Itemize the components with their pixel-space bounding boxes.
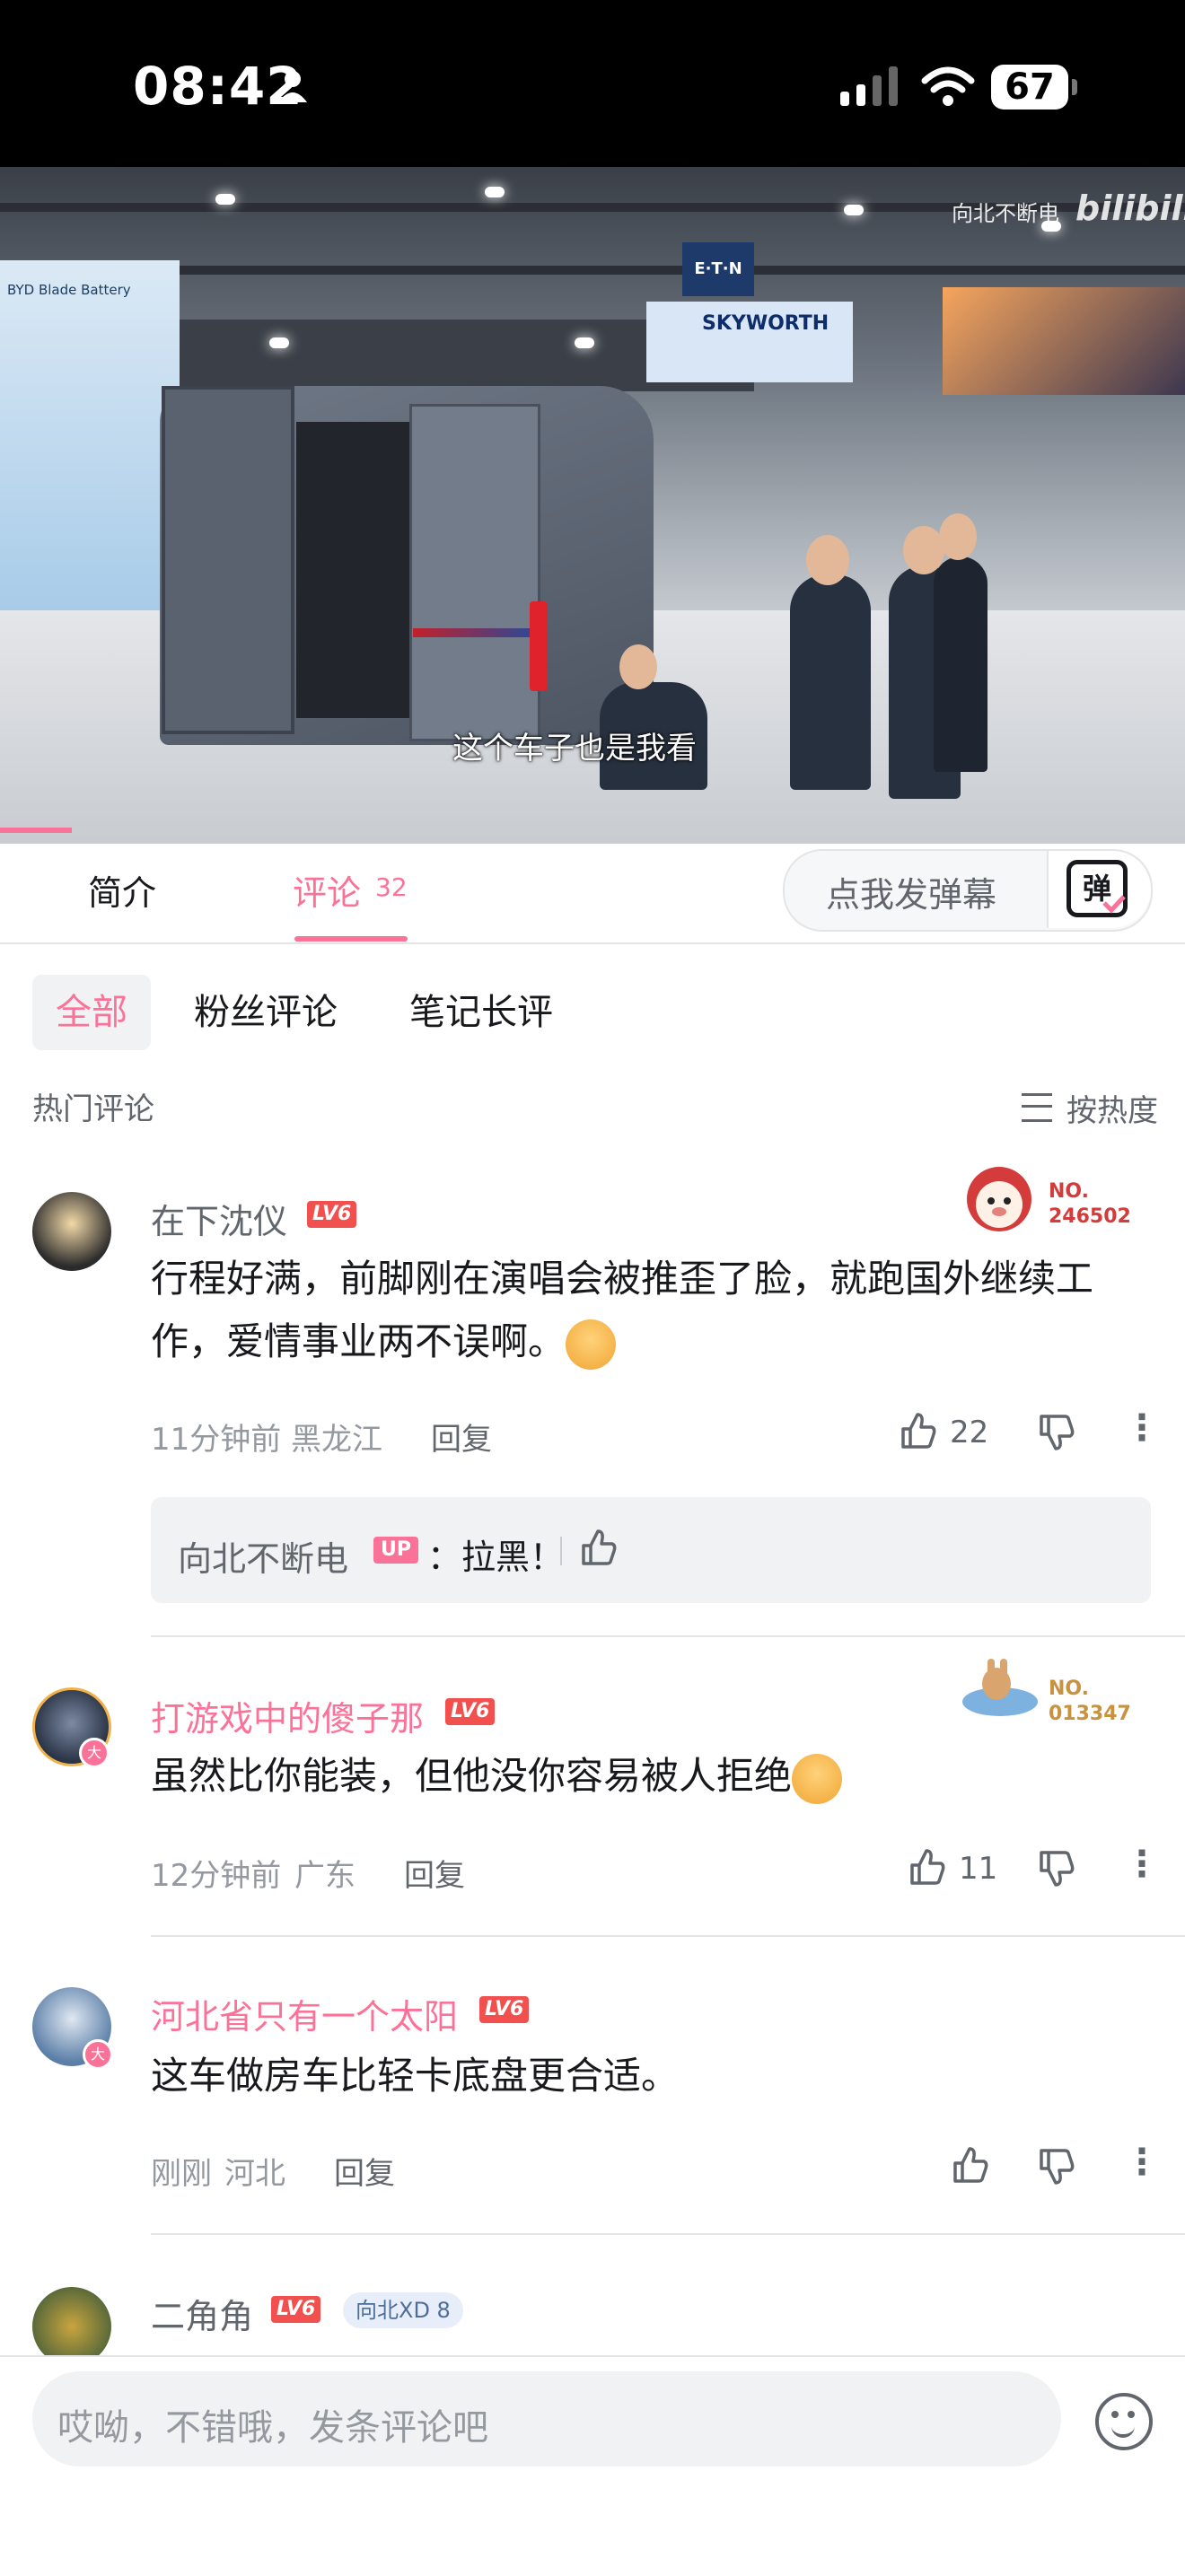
doge-emoji [566, 1319, 617, 1370]
verified-badge: 大 [79, 1738, 110, 1768]
tab-indicator [294, 936, 408, 942]
like-count: 22 [950, 1415, 989, 1450]
level-badge: LV6 [479, 1996, 530, 2023]
wifi-icon [921, 66, 975, 106]
level-badge: LV6 [445, 1698, 496, 1725]
tab-comments[interactable]: 评论 [293, 865, 361, 915]
van-door-right [409, 404, 540, 741]
person-head [619, 644, 657, 689]
avatar[interactable] [32, 2287, 111, 2366]
video-subtitle: 这个车子也是我看 [452, 731, 697, 767]
comment-text: 虽然比你能装，但他没你容易被人拒绝 [151, 1745, 1147, 1808]
person-head [806, 535, 849, 585]
hot-comments-heading: 热门评论 [32, 1091, 154, 1127]
fan-number: NO. 246502 [1049, 1180, 1131, 1228]
comment-location: 广东 [294, 1858, 356, 1894]
person-icon [278, 71, 307, 102]
sort-icon[interactable] [1022, 1093, 1052, 1122]
billboard [943, 287, 1185, 395]
comment-username[interactable]: 二角角 [151, 2289, 253, 2338]
sub-reply-text: ：拉黑！ [427, 1538, 565, 1577]
signal-icon [840, 66, 898, 106]
doge-emoji [792, 1753, 843, 1804]
like-count: 11 [959, 1851, 998, 1887]
comment-divider [151, 2233, 1185, 2235]
person [790, 574, 871, 790]
check-icon [1102, 895, 1126, 914]
van-interior [296, 422, 413, 718]
sub-reply-username[interactable]: 向北不断电 [178, 1531, 348, 1581]
more-icon[interactable]: ⋮ [1124, 2142, 1160, 2183]
eaton-sign: E·T·N [682, 242, 754, 296]
filter-fans[interactable]: 粉丝评论 [194, 975, 338, 1050]
comment-username[interactable]: 在下沈仪 [151, 1194, 287, 1243]
comment-time: 11分钟前 [151, 1422, 282, 1458]
comment-text: 这车做房车比轻卡底盘更合适。 [151, 2054, 680, 2098]
reply-button[interactable]: 回复 [431, 1415, 492, 1459]
comment-time: 12分钟前 [151, 1858, 282, 1894]
skyworth-sign: SKYWORTH [702, 312, 830, 335]
divider [560, 1537, 562, 1565]
reply-button[interactable]: 回复 [334, 2149, 395, 2193]
filter-all[interactable]: 全部 [32, 975, 151, 1050]
comment-input-placeholder[interactable]: 哎呦，不错哦，发条评论吧 [57, 2398, 488, 2450]
van-taillight [530, 601, 548, 691]
fan-medal-icon [959, 1158, 1040, 1231]
sort-toggle[interactable]: 按热度 [1066, 1086, 1158, 1130]
fan-number: NO. 013347 [1049, 1678, 1131, 1725]
comment-divider [151, 1635, 1185, 1637]
comment-divider [151, 1935, 1185, 1937]
emoji-icon[interactable] [1095, 2393, 1153, 2450]
verified-badge: 大 [83, 2039, 113, 2070]
thumbs-down-icon[interactable] [1036, 2147, 1075, 2186]
comment-username[interactable]: 河北省只有一个太阳 [151, 1989, 458, 2038]
person-head [939, 513, 977, 560]
comment-count: 32 [375, 872, 408, 902]
comment-location: 黑龙江 [291, 1422, 382, 1458]
bilibili-logo: bilibili [1075, 188, 1185, 228]
battery-indicator: 67 [991, 65, 1077, 110]
thumbs-up-icon[interactable] [907, 1847, 946, 1887]
danmaku-placeholder[interactable]: 点我发弹幕 [826, 867, 996, 916]
van-stripe [413, 628, 539, 637]
van-door-left [162, 386, 294, 734]
tab-intro[interactable]: 简介 [88, 865, 156, 915]
thumbs-up-icon[interactable] [578, 1528, 618, 1567]
comment-text: 行程好满，前脚刚在演唱会被推歪了脸，就跑国外继续工作，爱情事业两不误啊。 [151, 1248, 1147, 1373]
level-badge: LV6 [271, 2296, 321, 2323]
filter-notes[interactable]: 笔记长评 [409, 975, 553, 1050]
fan-club-badge: 向北XD 8 [343, 2292, 463, 2328]
comment-time: 刚刚 [151, 2156, 212, 2192]
thumbs-up-icon[interactable] [898, 1411, 937, 1450]
person [934, 556, 988, 772]
thumbs-up-icon[interactable] [950, 2145, 989, 2185]
comment-username[interactable]: 打游戏中的傻子那 [151, 1691, 424, 1740]
uploader-watermark: 向北不断电 [952, 201, 1059, 226]
more-icon[interactable]: ⋮ [1124, 1844, 1160, 1885]
fan-medal-icon [957, 1652, 1038, 1723]
more-icon[interactable]: ⋮ [1124, 1407, 1160, 1449]
thumbs-down-icon[interactable] [1036, 1413, 1075, 1452]
up-badge: UP [373, 1537, 418, 1564]
avatar[interactable] [32, 1192, 111, 1271]
booth-sign: BYD Blade Battery [7, 282, 131, 298]
level-badge: LV6 [307, 1201, 357, 1228]
thumbs-down-icon[interactable] [1036, 1849, 1075, 1888]
reply-button[interactable]: 回复 [404, 1851, 465, 1895]
comment-location: 河北 [224, 2156, 285, 2192]
